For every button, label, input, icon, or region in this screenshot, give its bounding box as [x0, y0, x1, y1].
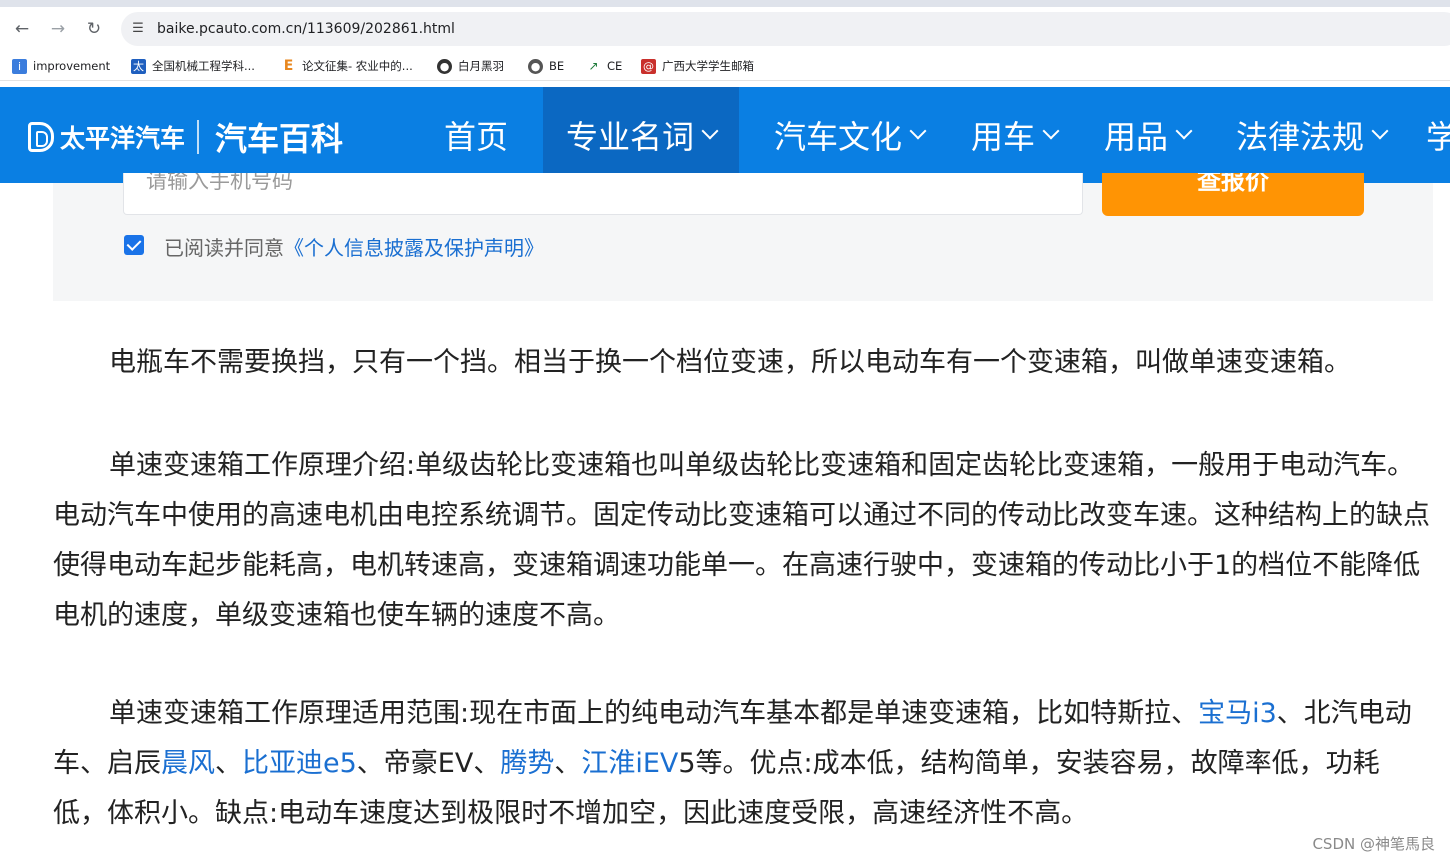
bird-icon: ●: [437, 58, 452, 74]
bookmark-be[interactable]: ● BE: [528, 57, 564, 75]
paragraph-text: 、帝豪EV、: [356, 748, 501, 779]
chevron-down-icon: [701, 122, 719, 140]
phone-placeholder: 请输入手机号码: [146, 173, 293, 193]
nav-products[interactable]: 用品: [1093, 87, 1201, 183]
ce-icon: ↗: [586, 58, 601, 74]
nav-label: 首页: [443, 118, 508, 156]
nav-label: 用品: [1103, 118, 1168, 156]
improvement-icon: i: [12, 58, 27, 74]
bookmark-ce[interactable]: ↗ CE: [586, 57, 622, 75]
paragraph-text: 单速变速箱工作原理适用范围:现在市面上的纯电动汽车基本都是单速变速箱，比如特斯拉…: [109, 698, 1199, 729]
article-paragraph-3: 单速变速箱工作原理适用范围:现在市面上的纯电动汽车基本都是单速变速箱，比如特斯拉…: [53, 689, 1433, 839]
bookmark-label: CE: [607, 59, 623, 73]
address-bar[interactable]: ☰ baike.pcauto.com.cn/113609/202861.html: [121, 12, 1450, 46]
globe-icon: ●: [528, 58, 543, 74]
bookmark-label: 广西大学学生邮箱: [662, 59, 754, 73]
paragraph-text: 电瓶车不需要换挡，只有一个挡。相当于换一个档位变速，所以电动车有一个变速箱，叫做…: [109, 347, 1351, 378]
bookmark-improvement[interactable]: i improvement: [12, 57, 110, 75]
nav-culture[interactable]: 汽车文化: [764, 87, 934, 183]
nav-label: 用车: [970, 118, 1035, 156]
site-logo[interactable]: 太平洋汽车 汽车百科: [28, 117, 344, 158]
bookmark-label: BE: [549, 59, 565, 73]
bookmarks-bar: i improvement 太 全国机械工程学科... E 论文征集- 农业中的…: [0, 51, 1450, 81]
chevron-down-icon: [1042, 122, 1060, 140]
logo-divider: [197, 120, 200, 154]
csdn-watermark: CSDN @神笔馬良: [1312, 835, 1435, 853]
link-byd-e5[interactable]: 比亚迪e5: [242, 748, 357, 779]
browser-top-strip: [0, 0, 1450, 7]
nav-label: 专业名词: [565, 118, 694, 156]
tai-icon: 太: [131, 58, 146, 74]
link-chenfeng[interactable]: 晨风: [161, 748, 215, 779]
link-jac-iev[interactable]: 江淮iEV: [581, 748, 678, 779]
bookmark-mechanical[interactable]: 太 全国机械工程学科...: [131, 57, 255, 75]
query-price-button[interactable]: 查报价: [1102, 173, 1364, 216]
paragraph-text: 、: [554, 748, 582, 779]
article-paragraph-1: 电瓶车不需要换挡，只有一个挡。相当于换一个档位变速，所以电动车有一个变速箱，叫做…: [53, 338, 1433, 388]
chevron-down-icon: [1371, 122, 1389, 140]
chevron-down-icon: [909, 122, 927, 140]
url-text[interactable]: baike.pcauto.com.cn/113609/202861.html: [157, 20, 455, 38]
nav-terms[interactable]: 专业名词: [543, 87, 739, 183]
bookmark-baiyueheiyu[interactable]: ● 白月黑羽: [437, 57, 504, 75]
bookmark-label: 白月黑羽: [458, 59, 504, 73]
e-icon: E: [281, 58, 296, 74]
bookmark-paper-call[interactable]: E 论文征集- 农业中的...: [281, 57, 413, 75]
link-denza[interactable]: 腾势: [500, 748, 554, 779]
agree-checkbox[interactable]: [124, 235, 144, 255]
query-button-label: 查报价: [1197, 173, 1269, 195]
paragraph-text: 、: [215, 748, 242, 779]
privacy-policy-link[interactable]: 《个人信息披露及保护声明》: [284, 236, 544, 260]
nav-label: 汽车文化: [773, 118, 902, 156]
paragraph-text: 单速变速箱工作原理介绍:单级齿轮比变速箱也叫单级齿轮比变速箱和固定齿轮比变速箱，…: [53, 450, 1430, 631]
article-paragraph-2: 单速变速箱工作原理介绍:单级齿轮比变速箱也叫单级齿轮比变速箱和固定齿轮比变速箱，…: [53, 441, 1433, 641]
link-bmw-i3[interactable]: 宝马i3: [1198, 698, 1277, 729]
agree-statement: 已阅读并同意《个人信息披露及保护声明》: [164, 232, 544, 261]
price-inquiry-form: 请输入手机号码 查报价 已阅读并同意《个人信息披露及保护声明》: [53, 173, 1433, 301]
pcauto-logo-icon: [28, 122, 54, 152]
back-button[interactable]: ←: [10, 17, 34, 41]
phone-input[interactable]: 请输入手机号码: [123, 173, 1083, 215]
site-header: 太平洋汽车 汽车百科 首页 专业名词 汽车文化 用车 用品 法律法规 学: [0, 87, 1450, 183]
site-settings-icon[interactable]: ☰: [129, 20, 147, 38]
logo-brand: 太平洋汽车: [60, 124, 186, 153]
nav-usage[interactable]: 用车: [960, 87, 1068, 183]
nav-law[interactable]: 法律法规: [1226, 87, 1396, 183]
nav-label: 学: [1426, 118, 1450, 156]
address-bar-row: ← → ↻ ☰ baike.pcauto.com.cn/113609/20286…: [0, 7, 1450, 51]
bookmark-gxu-mail[interactable]: @ 广西大学学生邮箱: [641, 57, 754, 75]
logo-section: 汽车百科: [215, 120, 344, 158]
nav-home[interactable]: 首页: [430, 87, 522, 183]
forward-button[interactable]: →: [46, 17, 70, 41]
reload-button[interactable]: ↻: [82, 17, 106, 41]
bookmark-label: 论文征集- 农业中的...: [302, 59, 413, 73]
chevron-down-icon: [1175, 122, 1193, 140]
nav-label: 法律法规: [1235, 118, 1364, 156]
mail-icon: @: [641, 58, 656, 74]
nav-more[interactable]: 学: [1426, 87, 1450, 183]
agree-label: 已阅读并同意: [164, 236, 284, 260]
bookmark-label: improvement: [33, 59, 111, 73]
bookmark-label: 全国机械工程学科...: [152, 59, 255, 73]
